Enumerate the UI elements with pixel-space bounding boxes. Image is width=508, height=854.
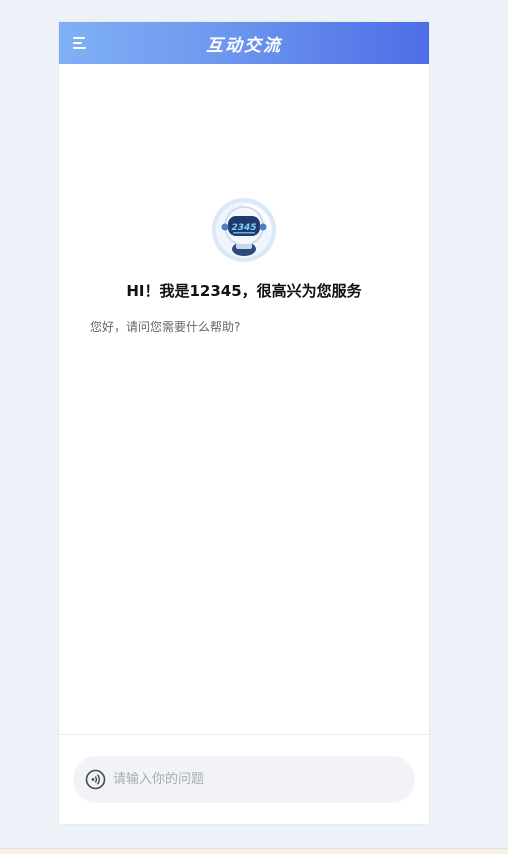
page-title: 互动交流 bbox=[206, 36, 282, 56]
question-input[interactable] bbox=[113, 756, 403, 803]
composer-divider bbox=[59, 734, 429, 735]
window-bottom-edge bbox=[0, 848, 508, 854]
greeting-heading: HI！我是12345，很高兴为您服务 bbox=[126, 282, 362, 300]
composer-bar bbox=[73, 756, 415, 803]
header-bar: 互动交流 bbox=[59, 22, 429, 64]
voice-icon[interactable] bbox=[85, 769, 106, 790]
chat-window: 互动交流 2345 HI！我是12345，很高兴为您服务 您好，请问您需要什么帮… bbox=[59, 22, 429, 824]
bot-message: 您好，请问您需要什么帮助? bbox=[90, 320, 241, 334]
robot-avatar-icon: 2345 bbox=[211, 197, 277, 263]
avatar-screen-label: 2345 bbox=[231, 223, 256, 233]
